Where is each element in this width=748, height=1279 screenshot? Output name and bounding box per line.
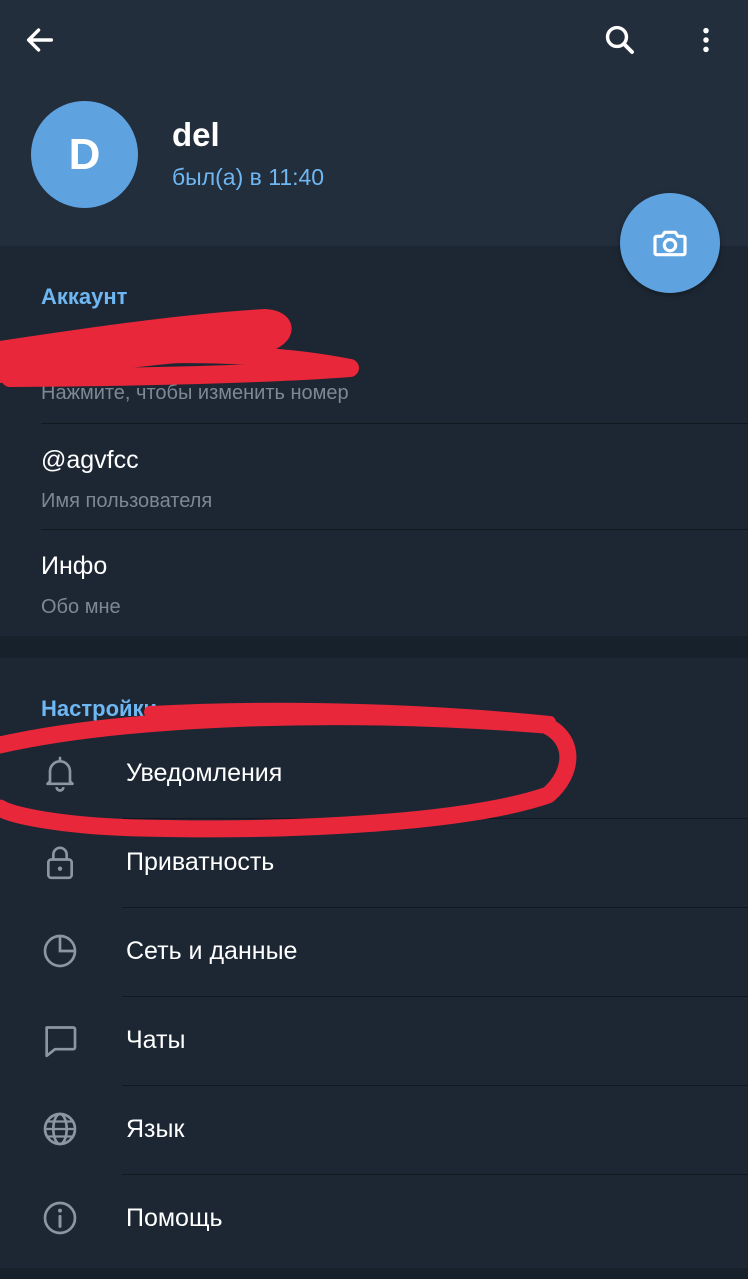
settings-item-label: Приватность <box>126 848 275 876</box>
lock-icon <box>38 840 82 884</box>
settings-item-label: Сеть и данные <box>126 937 298 965</box>
bio-item[interactable]: Инфо Обо мне <box>0 530 748 636</box>
settings-item-chats[interactable]: Чаты <box>0 996 748 1085</box>
settings-item-notifications[interactable]: Уведомления <box>0 729 748 818</box>
bottom-gap <box>0 1268 748 1279</box>
bio-value: Инфо <box>41 552 108 580</box>
settings-item-data[interactable]: Сеть и данные <box>0 907 748 996</box>
settings-item-label: Чаты <box>126 1026 186 1054</box>
phone-number-hint: Нажмите, чтобы изменить номер <box>41 382 349 404</box>
search-icon <box>605 25 634 54</box>
settings-item-label: Уведомления <box>126 759 283 787</box>
avatar[interactable]: D <box>31 101 138 208</box>
bell-icon <box>38 751 82 795</box>
last-seen-status: был(а) в 11:40 <box>172 164 325 190</box>
more-vertical-icon <box>703 27 709 53</box>
settings-item-help[interactable]: Помощь <box>0 1174 748 1263</box>
globe-icon <box>38 1107 82 1151</box>
avatar-letter: D <box>68 129 101 179</box>
username-hint: Имя пользователя <box>41 490 213 512</box>
settings-section-title: Настройки <box>41 696 158 721</box>
username-value: @agvfcc <box>41 446 139 474</box>
pie-chart-icon <box>38 929 82 973</box>
settings-item-label: Язык <box>126 1115 185 1143</box>
chat-bubble-icon <box>38 1018 82 1062</box>
bio-hint: Обо мне <box>41 596 121 618</box>
account-section-title: Аккаунт <box>41 284 128 309</box>
more-options-button[interactable] <box>680 14 732 66</box>
set-photo-button[interactable] <box>620 193 720 293</box>
search-button[interactable] <box>594 14 646 66</box>
info-icon <box>38 1196 82 1240</box>
settings-item-privacy[interactable]: Приватность <box>0 818 748 907</box>
back-button[interactable] <box>14 14 66 66</box>
arrow-left-icon <box>26 28 54 52</box>
phone-number-item[interactable]: Нажмите, чтобы изменить номер <box>0 316 748 422</box>
settings-section: Настройки Уведомления Приватность Сеть и… <box>0 658 748 1268</box>
settings-item-language[interactable]: Язык <box>0 1085 748 1174</box>
account-section: Аккаунт Нажмите, чтобы изменить номер @a… <box>0 246 748 636</box>
username-item[interactable]: @agvfcc Имя пользователя <box>0 424 748 530</box>
camera-icon <box>653 230 687 257</box>
settings-item-label: Помощь <box>126 1204 223 1232</box>
profile-name: del <box>172 116 220 153</box>
